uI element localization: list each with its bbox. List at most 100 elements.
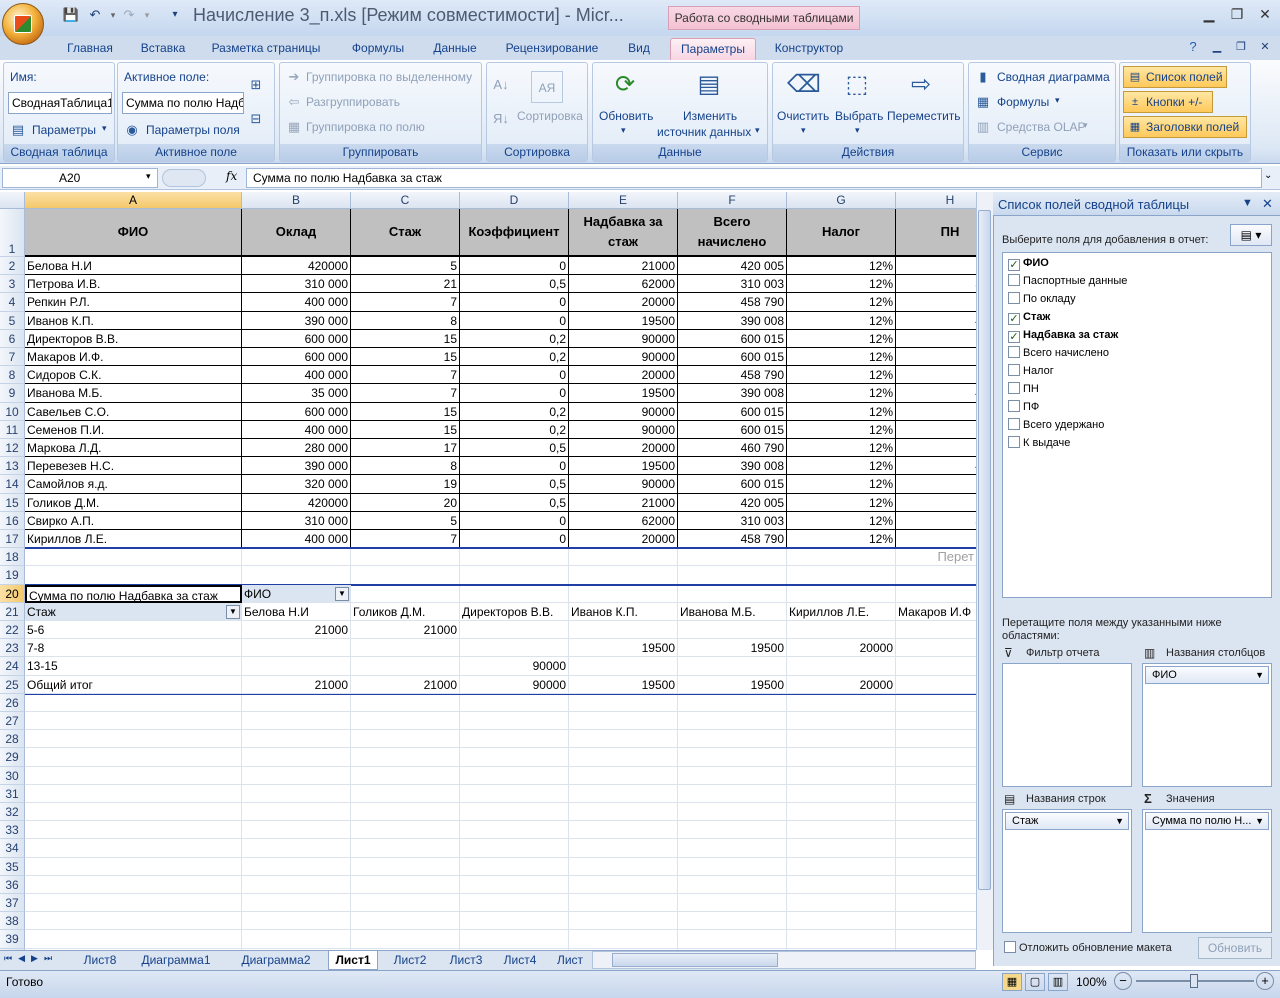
table-data-cell[interactable]: 720 — [896, 403, 976, 421]
employee-name-cell[interactable]: Маркова Л.Д. — [25, 439, 242, 458]
pivot-column-label-cell[interactable]: Кириллов Л.Е. — [787, 602, 896, 621]
table-data-cell[interactable]: 600 015 — [678, 475, 787, 494]
ribbon-close-icon[interactable]: ✕ — [1256, 38, 1274, 56]
empty-cell[interactable] — [460, 784, 569, 803]
layout-options-icon[interactable]: ▤ ▾ — [1230, 224, 1272, 246]
sort-az-icon[interactable]: A↓ — [493, 77, 509, 93]
empty-cell[interactable] — [351, 821, 460, 840]
formula-input[interactable]: Сумма по полю Надбавка за стаж — [246, 168, 1262, 188]
defer-update-checkbox[interactable]: Отложить обновление макета — [1004, 941, 1172, 954]
empty-cell[interactable] — [787, 730, 896, 749]
pivot-value-cell[interactable] — [460, 621, 569, 640]
table-data-cell[interactable]: 12% — [787, 275, 896, 294]
empty-cell[interactable] — [25, 912, 242, 931]
sheet-tab[interactable]: Лист8 — [76, 951, 124, 970]
empty-cell[interactable] — [678, 548, 787, 567]
help-icon[interactable]: ? — [1184, 38, 1202, 56]
chevron-down-icon[interactable]: ▼ — [1255, 813, 1264, 829]
table-data-cell[interactable]: 390 000 — [242, 457, 351, 476]
pivot-column-label-cell[interactable]: Макаров И.Ф — [896, 602, 976, 621]
pivot-value-cell[interactable]: 21000 — [242, 621, 351, 640]
empty-cell[interactable] — [569, 748, 678, 767]
empty-cell[interactable] — [896, 730, 976, 749]
pivot-column-label-cell[interactable]: Иванова М.Б. — [678, 602, 787, 621]
empty-cell[interactable] — [678, 894, 787, 913]
minimize-icon[interactable]: ▁ — [1198, 4, 1220, 24]
empty-cell[interactable] — [351, 875, 460, 894]
row-header[interactable]: 13 — [0, 457, 25, 476]
pivot-value-cell[interactable] — [242, 657, 351, 676]
empty-cell[interactable] — [569, 548, 678, 567]
fx-icon[interactable]: fx — [226, 169, 237, 183]
chevron-down-icon[interactable]: ▾ — [1083, 120, 1088, 131]
select-all-corner[interactable] — [0, 192, 25, 209]
empty-cell[interactable] — [351, 712, 460, 731]
empty-cell[interactable] — [569, 803, 678, 822]
table-data-cell[interactable]: 0,2 — [460, 329, 569, 348]
empty-cell[interactable] — [242, 566, 351, 585]
field-list-item[interactable]: Всего начислено — [1008, 344, 1109, 362]
headers-toggle[interactable]: ▦ Заголовки полей — [1123, 116, 1247, 138]
column-filter-dropdown-icon[interactable]: ▼ — [335, 586, 349, 601]
empty-cell[interactable] — [787, 584, 896, 603]
page-break-view-icon[interactable]: ▥ — [1048, 973, 1068, 991]
checkbox-icon[interactable] — [1008, 436, 1020, 448]
empty-cell[interactable] — [678, 693, 787, 712]
empty-cell[interactable] — [351, 803, 460, 822]
chevron-down-icon[interactable]: ▾ — [801, 125, 806, 136]
empty-cell[interactable] — [896, 930, 976, 949]
table-data-cell[interactable]: 62000 — [569, 511, 678, 530]
sheet-tab[interactable]: Диаграмма2 — [232, 951, 320, 970]
table-data-cell[interactable]: 0,2 — [460, 420, 569, 439]
row-header[interactable]: 2 — [0, 257, 25, 276]
row-header[interactable]: 5 — [0, 311, 25, 330]
empty-cell[interactable] — [25, 766, 242, 785]
empty-cell[interactable] — [460, 712, 569, 731]
empty-cell[interactable] — [460, 839, 569, 858]
empty-cell[interactable] — [787, 930, 896, 949]
table-data-cell[interactable]: 12% — [787, 366, 896, 385]
horizontal-scroll-thumb[interactable] — [612, 953, 778, 967]
empty-cell[interactable] — [25, 548, 242, 567]
table-header-cell[interactable]: Стаж — [351, 209, 460, 257]
vertical-scroll-thumb[interactable] — [978, 210, 991, 890]
page-layout-view-icon[interactable]: ▢ — [1025, 973, 1045, 991]
empty-cell[interactable] — [678, 803, 787, 822]
table-data-cell[interactable]: 20000 — [569, 293, 678, 312]
table-data-cell[interactable]: 310 003 — [678, 511, 787, 530]
table-data-cell[interactable]: 35 000 — [242, 384, 351, 403]
table-data-cell[interactable]: 458 790 — [678, 530, 787, 549]
table-data-cell[interactable]: 0 — [460, 366, 569, 385]
row-header[interactable]: 14 — [0, 475, 25, 494]
table-data-cell[interactable]: 19500 — [569, 457, 678, 476]
pivot-row-label-cell[interactable]: 7-8 — [25, 639, 242, 658]
pivot-value-cell[interactable]: 9 — [896, 675, 976, 694]
empty-cell[interactable] — [787, 894, 896, 913]
pivot-name-input[interactable]: СводнаяТаблица1 — [8, 92, 112, 114]
empty-cell[interactable] — [242, 766, 351, 785]
table-data-cell[interactable]: 550 — [896, 530, 976, 549]
table-header-cell[interactable]: ФИО — [25, 209, 242, 257]
table-data-cell[interactable]: 5 — [351, 511, 460, 530]
empty-cell[interactable] — [242, 912, 351, 931]
restore-icon[interactable]: ❐ — [1226, 4, 1248, 24]
empty-cell[interactable] — [25, 803, 242, 822]
empty-cell[interactable] — [678, 566, 787, 585]
field-list-item[interactable]: ✓ Надбавка за стаж — [1008, 326, 1118, 344]
table-data-cell[interactable]: 15 — [351, 402, 460, 421]
table-data-cell[interactable]: 20000 — [569, 366, 678, 385]
pivot-value-cell[interactable]: 21000 — [351, 675, 460, 694]
empty-cell[interactable] — [787, 748, 896, 767]
column-header[interactable]: E — [569, 192, 678, 209]
row-header[interactable]: 23 — [0, 639, 25, 658]
sheet-nav-icons[interactable]: ⏮◀▶⏭ — [4, 953, 58, 964]
empty-cell[interactable] — [460, 857, 569, 876]
empty-cell[interactable] — [460, 803, 569, 822]
table-data-cell[interactable]: 0,5 — [460, 275, 569, 294]
pivot-value-cell[interactable]: 19500 — [569, 675, 678, 694]
employee-name-cell[interactable]: Макаров И.Ф. — [25, 348, 242, 367]
employee-name-cell[interactable]: Свирко А.П. — [25, 511, 242, 530]
table-header-cell[interactable]: Надбавка за стаж — [569, 209, 678, 257]
table-data-cell[interactable]: 19 — [351, 475, 460, 494]
empty-cell[interactable] — [351, 912, 460, 931]
